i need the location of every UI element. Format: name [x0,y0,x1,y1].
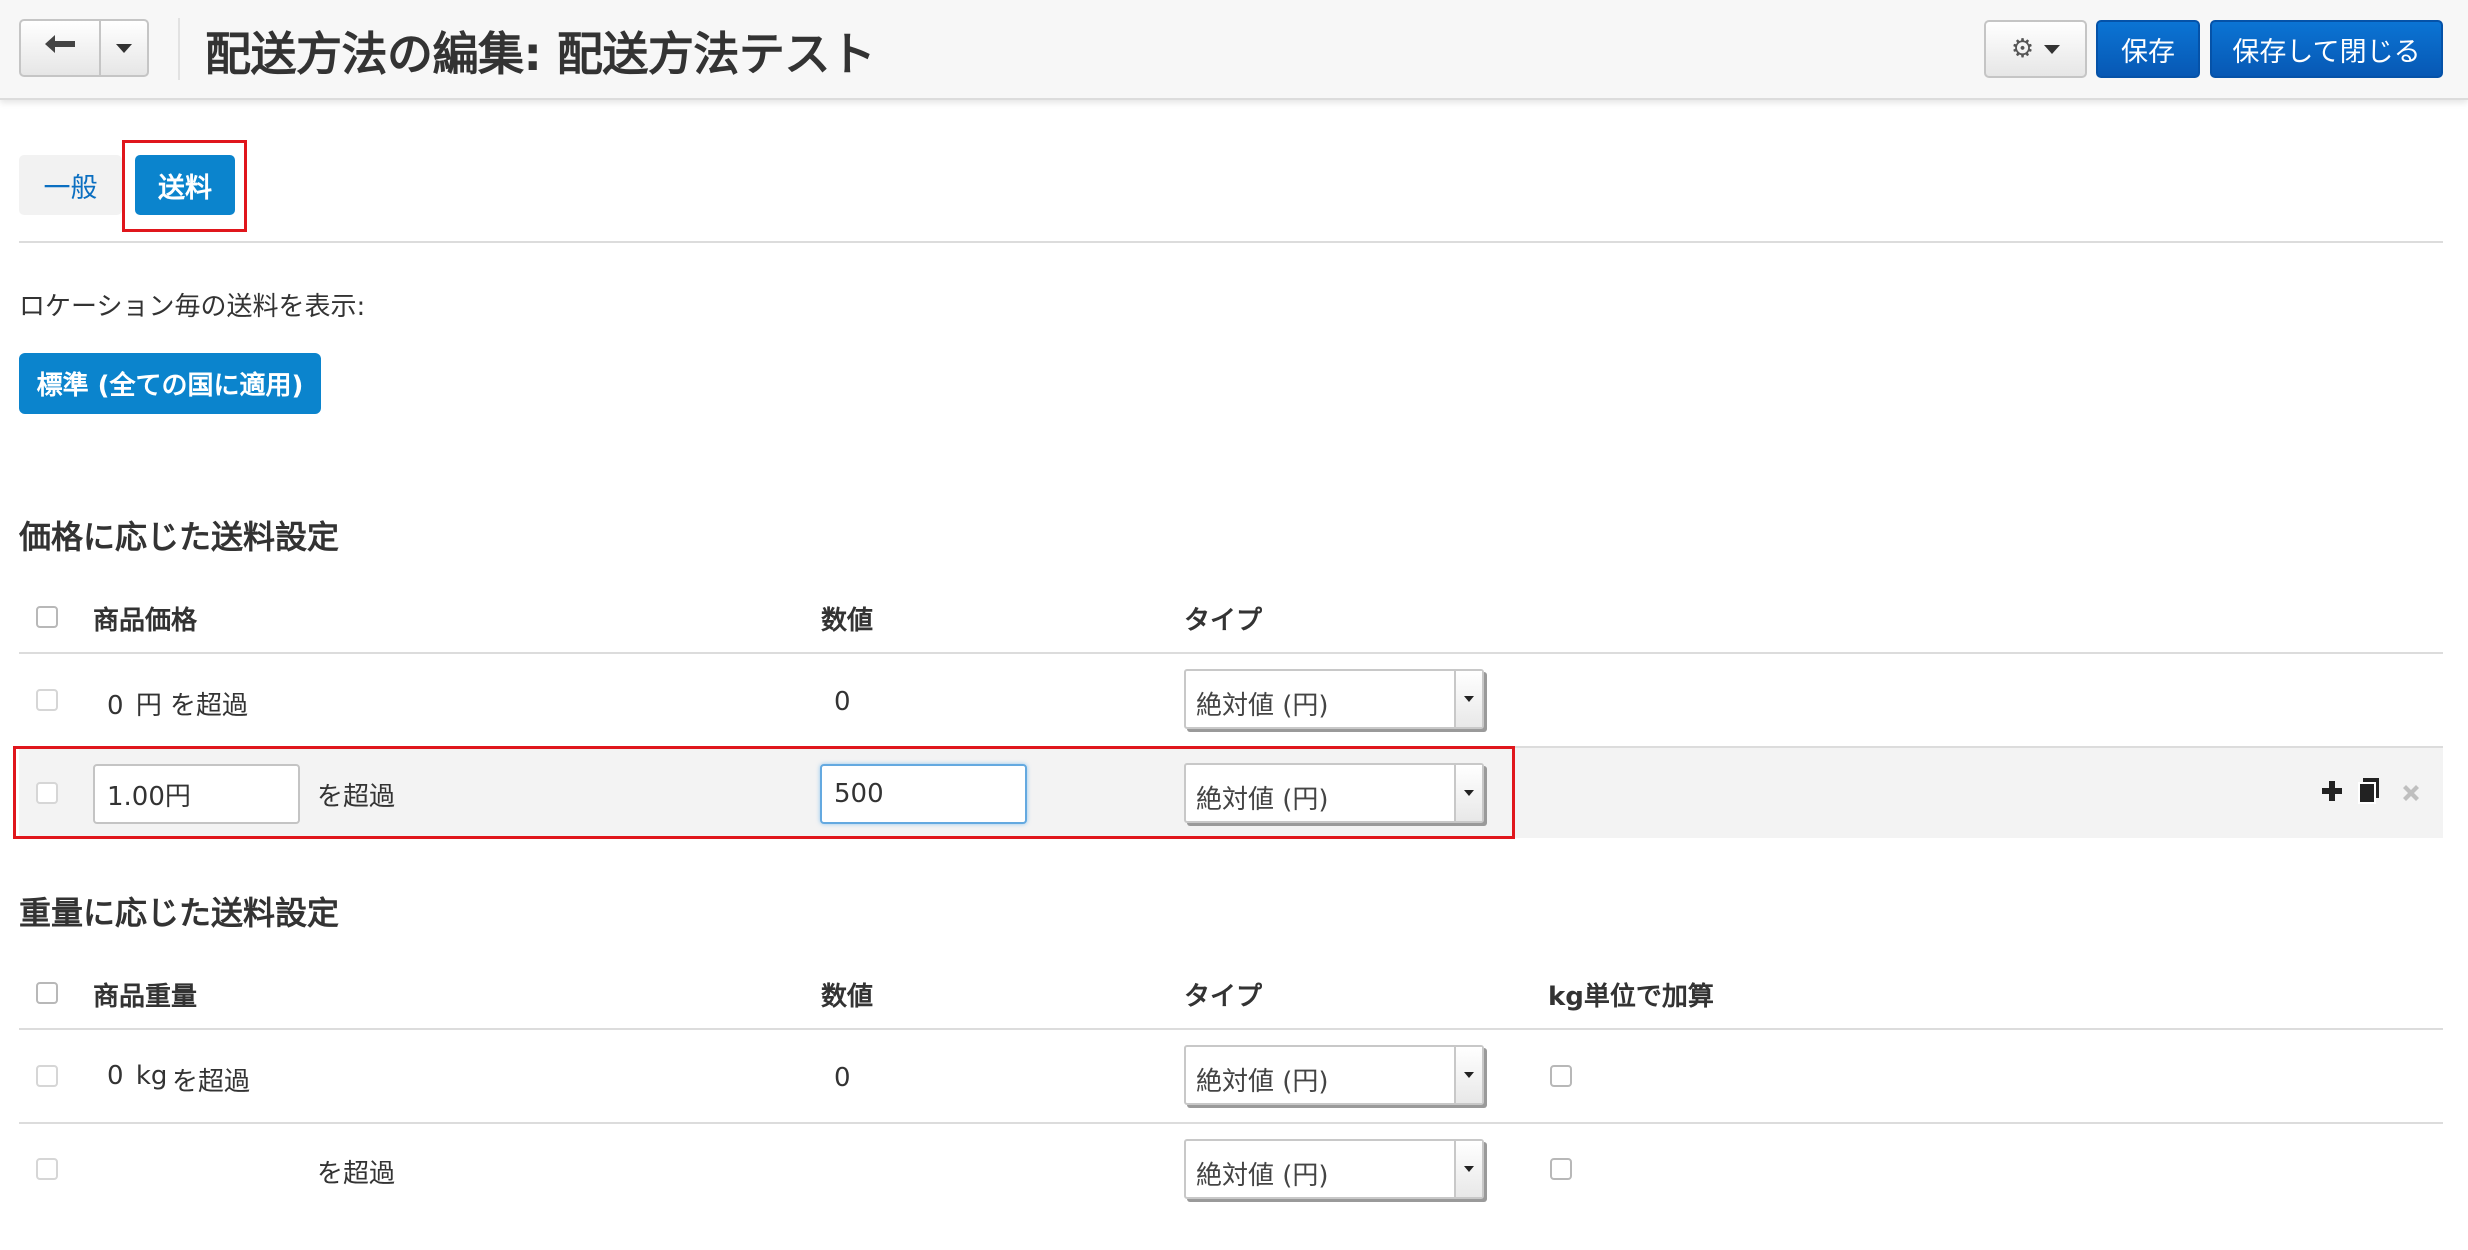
plus-icon[interactable] [2320,779,2344,809]
rate-type-select[interactable]: 絶対値 (円) [1184,1045,1484,1105]
column-header-per-kg: kg単位で加算 [1548,982,1714,1012]
weight-amount-unit: kg [135,1061,168,1091]
save-button[interactable]: 保存 [2096,20,2200,78]
back-button[interactable] [19,19,101,77]
weight-amount-value: 0 [107,1061,124,1091]
location-label: ロケーション毎の送料を表示: [19,292,366,322]
weight-section-title: 重量に応じた送料設定 [19,894,340,932]
price-amount-value: 0 [107,691,124,721]
delete-icon[interactable] [2400,780,2422,810]
gear-icon: ⚙ [2010,34,2035,64]
select-all-checkbox[interactable] [36,982,58,1004]
chevron-down-icon [116,43,132,53]
price-section-title: 価格に応じた送料設定 [19,518,340,556]
back-dropdown-button[interactable] [99,19,149,77]
rate-type-select[interactable]: 絶対値 (円) [1184,1139,1484,1199]
rate-type-selected: 絶対値 (円) [1196,1067,1329,1097]
location-default-button[interactable]: 標準 (全ての国に適用) [19,353,321,414]
back-arrow-icon [43,33,77,63]
table-divider [19,1028,2443,1030]
column-header-price: 商品価格 [93,606,198,636]
divider [178,18,180,80]
weight-amount: 0 kg [107,1061,167,1091]
row-checkbox[interactable] [36,689,58,711]
row-checkbox[interactable] [36,1158,58,1180]
column-header-value: 数値 [821,982,874,1012]
column-header-type: タイプ [1184,606,1263,636]
table-divider [19,652,2443,654]
chevron-down-icon [1454,1141,1482,1197]
chevron-down-icon [1454,671,1482,727]
price-amount-unit: 円 [135,691,162,721]
highlight-box-tab [122,140,247,232]
chevron-down-icon [1454,1047,1482,1103]
rate-type-select[interactable]: 絶対値 (円) [1184,669,1484,729]
per-kg-checkbox[interactable] [1550,1158,1572,1180]
select-all-checkbox[interactable] [36,606,58,628]
price-suffix: を超過 [170,691,249,721]
price-amount: 0 円 [107,685,162,722]
row-checkbox[interactable] [36,1065,58,1087]
save-and-close-button[interactable]: 保存して閉じる [2210,20,2443,78]
tabs-divider [19,241,2443,243]
weight-suffix: を超過 [317,1159,396,1189]
tab-general[interactable]: 一般 [19,155,122,215]
per-kg-checkbox[interactable] [1550,1065,1572,1087]
page-title: 配送方法の編集: 配送方法テスト [205,27,876,81]
row-divider [19,1122,2443,1124]
column-header-value: 数値 [821,606,874,636]
settings-button[interactable]: ⚙ [1984,20,2087,78]
rate-value: 0 [834,687,851,717]
rate-type-selected: 絶対値 (円) [1196,1161,1329,1191]
rate-type-selected: 絶対値 (円) [1196,691,1329,721]
weight-suffix: を超過 [172,1067,251,1097]
column-header-type: タイプ [1184,982,1263,1012]
chevron-down-icon [2044,44,2061,54]
copy-icon[interactable] [2357,777,2381,811]
rate-value: 0 [834,1063,851,1093]
column-header-weight: 商品重量 [93,982,198,1012]
highlight-box-row [13,746,1515,839]
